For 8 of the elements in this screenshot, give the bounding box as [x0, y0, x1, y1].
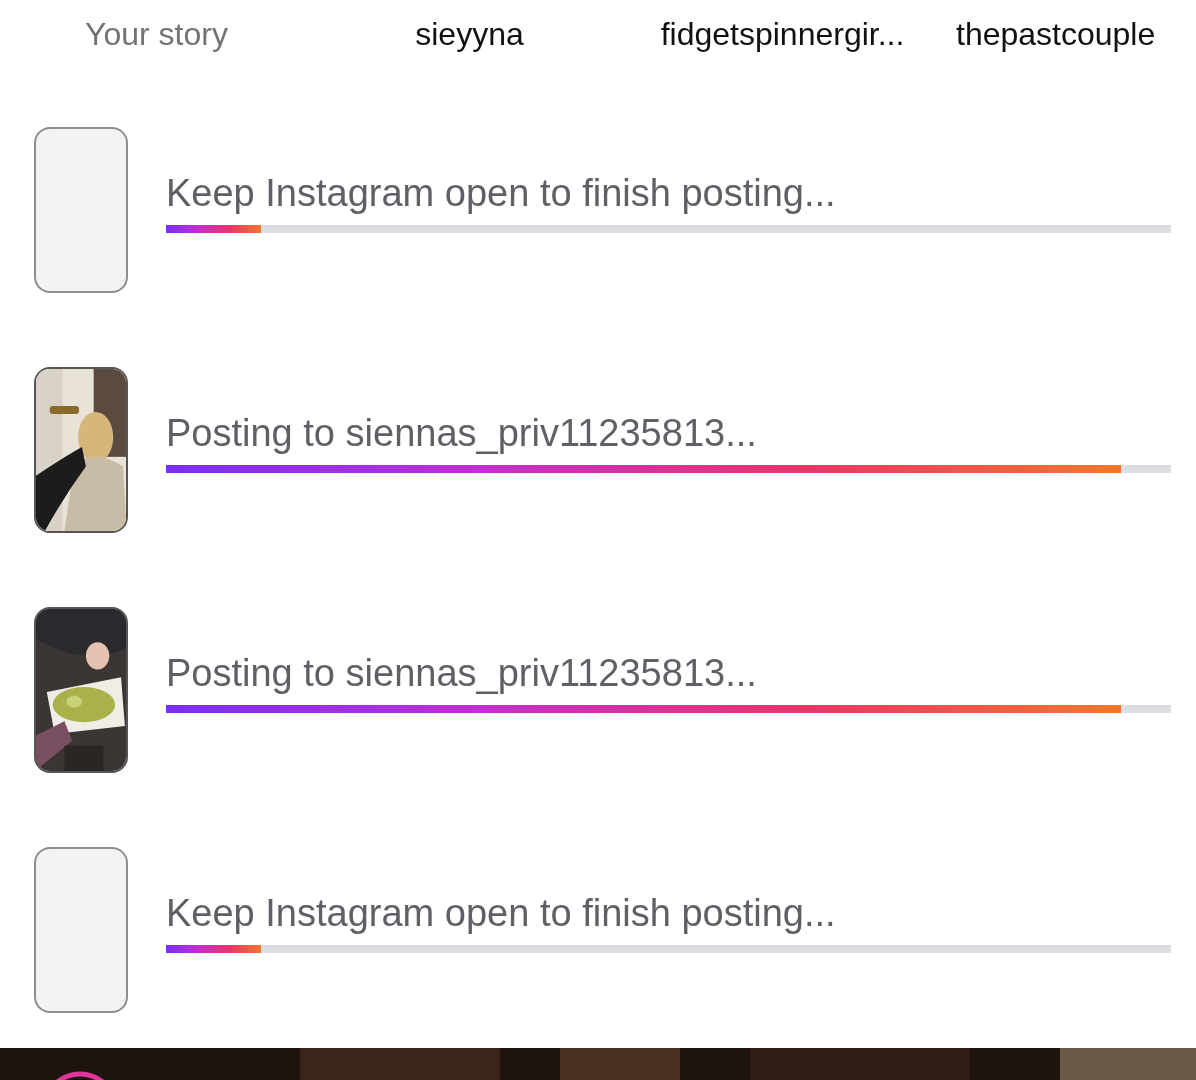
- story-username[interactable]: thepastcouple: [956, 10, 1156, 58]
- upload-status: Posting to siennas_priv11235813...: [166, 411, 758, 455]
- story-username[interactable]: Your story: [85, 10, 228, 58]
- story-username[interactable]: fidgetspinnergir...: [660, 10, 905, 58]
- story-username[interactable]: sieyyna: [415, 10, 524, 58]
- upload-status: Posting to siennas_priv11235813...: [166, 651, 758, 695]
- upload-status: Keep Instagram open to finish posting...: [166, 891, 837, 935]
- upload-status: Keep Instagram open to finish posting...: [166, 171, 837, 215]
